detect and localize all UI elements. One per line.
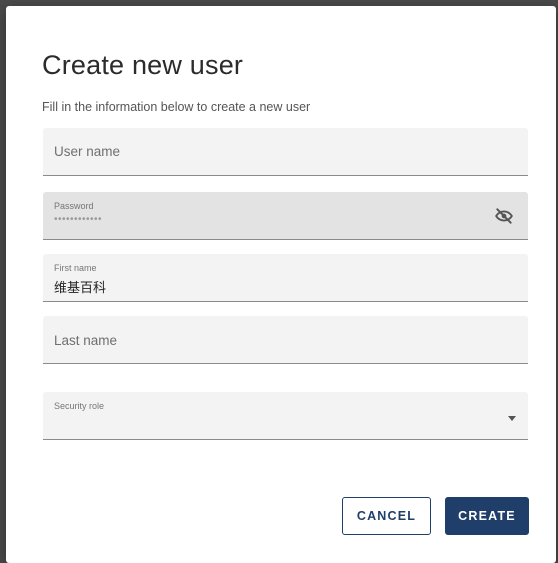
last-name-placeholder: Last name — [54, 333, 118, 348]
password-value: •••••••••••• — [54, 214, 103, 225]
dialog-subtitle: Fill in the information below to create … — [42, 100, 311, 114]
password-field: Password •••••••••••• — [43, 192, 528, 240]
create-button[interactable]: CREATE — [445, 497, 529, 535]
first-name-label: First name — [54, 263, 97, 273]
security-role-select[interactable]: Security role — [43, 392, 528, 440]
first-name-value: 维基百科 — [54, 280, 107, 295]
eye-off-icon[interactable] — [494, 206, 514, 226]
caret-down-icon — [508, 416, 516, 421]
security-role-label: Security role — [54, 401, 105, 411]
last-name-field[interactable]: Last name — [43, 316, 528, 364]
create-user-dialog: Create new user Fill in the information … — [6, 6, 556, 563]
dialog-title: Create new user — [42, 50, 244, 80]
cancel-button[interactable]: CANCEL — [342, 497, 431, 535]
first-name-field[interactable]: First name 维基百科 — [43, 254, 528, 302]
username-field[interactable]: User name — [43, 128, 528, 176]
username-placeholder: User name — [54, 144, 121, 159]
password-label: Password — [54, 201, 94, 211]
